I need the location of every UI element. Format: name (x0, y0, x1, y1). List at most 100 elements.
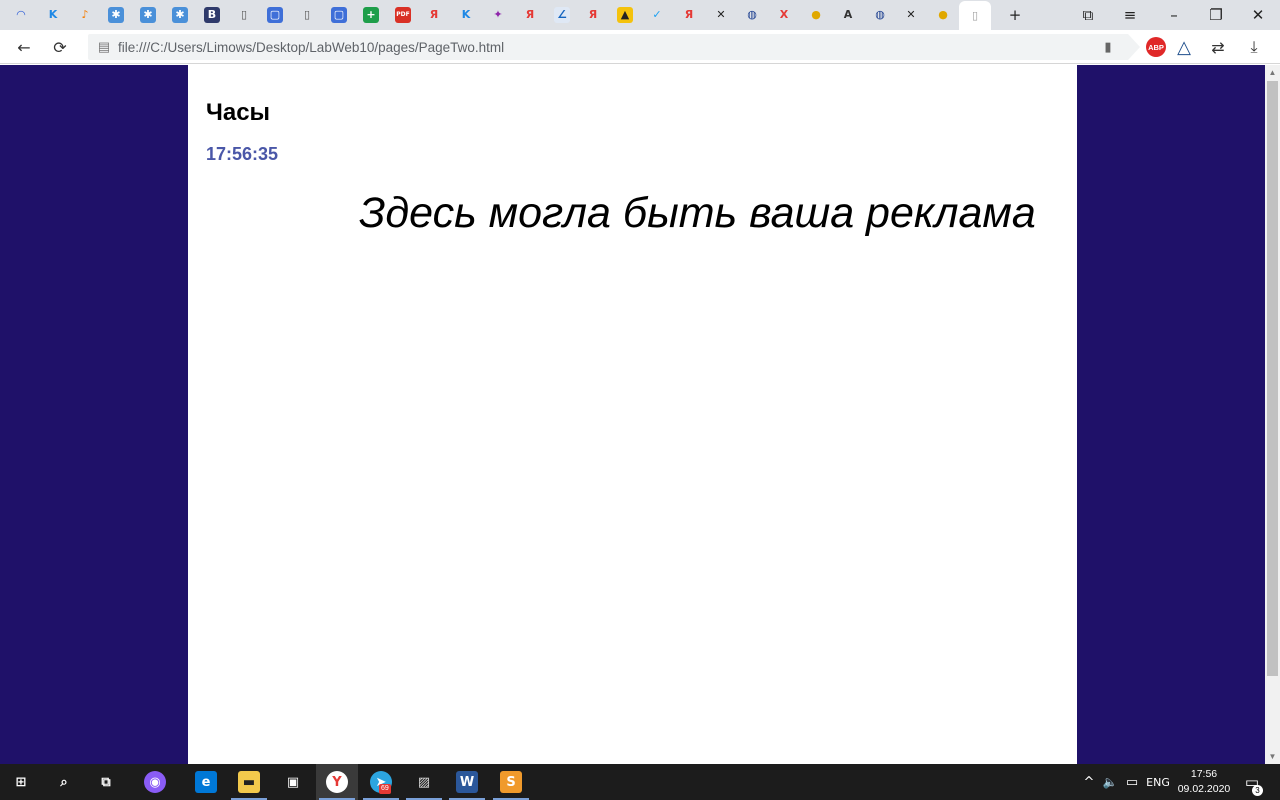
browser-tab[interactable]: ● (931, 3, 955, 27)
bookmark-icon[interactable]: ▮ (1100, 39, 1116, 55)
browser-tab[interactable]: ✦ (486, 3, 510, 27)
notifications-button[interactable]: ▭ (1238, 764, 1266, 800)
minimize-button[interactable]: – (1152, 0, 1196, 30)
address-url[interactable]: file:///C:/Users/Limows/Desktop/LabWeb10… (118, 40, 504, 55)
file-icon: ▤ (97, 39, 111, 54)
chat-icon: ▢ (331, 7, 347, 23)
tray-overflow-button[interactable]: ^ (1080, 764, 1098, 800)
back-button[interactable]: ← (12, 35, 36, 59)
font-icon: A (843, 8, 853, 21)
browser-tab[interactable]: Я (422, 3, 446, 27)
badge-icon: ● (938, 8, 948, 21)
document-icon: ▯ (240, 8, 248, 21)
browser-tab[interactable]: ✱ (104, 3, 128, 27)
scrollbar-thumb[interactable] (1267, 81, 1278, 676)
edge-icon: e (195, 771, 217, 793)
arrow-left-icon: ← (17, 37, 31, 57)
taskbar-app-explorer[interactable]: ▬ (228, 764, 270, 800)
browser-tab[interactable]: + (359, 3, 383, 27)
taskbar-app-edge[interactable]: e (185, 764, 227, 800)
language-indicator[interactable]: ENG (1144, 764, 1172, 800)
new-tab-button[interactable]: + (992, 0, 1038, 30)
browser-tab[interactable]: ✱ (168, 3, 192, 27)
page-heading: Часы (206, 99, 271, 126)
collections-button[interactable]: ⧉ (1066, 0, 1110, 30)
browser-tab[interactable]: ✕ (899, 3, 923, 27)
ad-text: Здесь могла быть ваша реклама (359, 189, 1036, 237)
speaker-icon: 🔈 (1102, 775, 1118, 789)
browser-tab[interactable]: A (836, 3, 860, 27)
browser-tab[interactable]: ◍ (740, 3, 764, 27)
taskbar-app-alice[interactable]: ◉ (134, 764, 176, 800)
browser-tab[interactable]: ▢ (263, 3, 287, 27)
close-icon: ✕ (1251, 6, 1265, 24)
browser-tab[interactable]: Я (518, 3, 542, 27)
page-icon: ▯ (971, 8, 979, 22)
tools-icon: ✕ (716, 8, 726, 21)
taskbar-app-search[interactable]: ⌕ (43, 764, 85, 800)
browser-tab[interactable]: ▯ (959, 1, 991, 30)
browser-tab[interactable]: ◠ (9, 3, 33, 27)
taskbar-app-word[interactable]: W (446, 764, 488, 800)
address-bar[interactable]: ▤ file:///C:/Users/Limows/Desktop/LabWeb… (88, 34, 1140, 60)
taskbar-app-telegram[interactable]: ➤ (360, 764, 402, 800)
downloads-button[interactable]: ⤓ (1242, 35, 1266, 59)
store-icon: ▣ (286, 774, 300, 790)
browser-tab[interactable]: ▯ (232, 3, 256, 27)
taskbar-app-yandex-browser[interactable]: Y (316, 764, 358, 800)
restore-button[interactable]: ❐ (1194, 0, 1238, 30)
browser-tab[interactable]: ▯ (295, 3, 319, 27)
alice-triangle-icon: △ (1177, 36, 1191, 58)
yandex-icon: Я (588, 8, 598, 21)
browser-tab[interactable]: ▲ (613, 3, 637, 27)
tools-icon: ✕ (906, 8, 916, 21)
yandex-browser-icon: Y (326, 771, 348, 793)
browser-tab[interactable]: ✕ (709, 3, 733, 27)
taskbar-app-store[interactable]: ▣ (272, 764, 314, 800)
menu-icon: ≡ (1123, 6, 1137, 24)
browser-tab[interactable]: ∠ (550, 3, 574, 27)
browser-tab[interactable]: Я (581, 3, 605, 27)
tab-strip: + ◠ K ♪ ✱ ✱ ✱ B ▯ ▢ ▯ ▢ + PDF Я K ✦ Я ∠ Я ▲ ✓ Я ✕ ◍ X ● A ◍ ✕ ● ▯ ⧉ ≡ – ❐ ✕ (0, 0, 1280, 30)
taskbar-app-photos[interactable]: ▨ (403, 764, 445, 800)
alice-extension-button[interactable]: △ (1172, 35, 1196, 59)
badge-icon: ● (811, 8, 821, 21)
document-icon: ▯ (303, 8, 311, 21)
adblock-plus-icon[interactable]: ABP (1146, 37, 1166, 57)
yandex-icon: Я (525, 8, 535, 21)
collections-icon: ⧉ (1082, 6, 1094, 24)
browser-tab[interactable]: ● (804, 3, 828, 27)
close-button[interactable]: ✕ (1236, 0, 1280, 30)
browser-tab[interactable]: ▢ (327, 3, 351, 27)
browser-tab[interactable]: K (41, 3, 65, 27)
network-button[interactable]: ▭ (1122, 764, 1142, 800)
image-icon: ▲ (617, 7, 633, 23)
browser-tab[interactable]: K (454, 3, 478, 27)
twitter-icon: ✓ (652, 8, 662, 21)
browser-tab[interactable]: ♪ (73, 3, 97, 27)
menu-button[interactable]: ≡ (1108, 0, 1152, 30)
runner-icon: X (779, 8, 789, 21)
browser-tab[interactable]: ✓ (645, 3, 669, 27)
page-scrollbar[interactable]: ▲ ▼ (1265, 65, 1280, 764)
scroll-up-icon[interactable]: ▲ (1265, 65, 1280, 80)
taskbar-app-task-view[interactable]: ⧉ (85, 764, 127, 800)
taskbar-app-sublime[interactable]: S (490, 764, 532, 800)
scroll-down-icon[interactable]: ▼ (1265, 749, 1280, 764)
chat-icon: ▢ (267, 7, 283, 23)
plus-green-icon: + (363, 7, 379, 23)
browser-tab[interactable]: ◍ (868, 3, 892, 27)
browser-tab[interactable]: ✱ (136, 3, 160, 27)
volume-button[interactable]: 🔈 (1100, 764, 1120, 800)
math-icon: ∠ (554, 7, 570, 23)
yandex-icon: Я (684, 8, 694, 21)
taskbar-app-start[interactable]: ⊞ (0, 764, 42, 800)
browser-tab[interactable]: Я (677, 3, 701, 27)
browser-tab[interactable]: X (772, 3, 796, 27)
reload-button[interactable]: ⟳ (48, 35, 72, 59)
pdf-icon: PDF (395, 7, 411, 23)
translate-button[interactable]: ⇄ (1206, 35, 1230, 59)
system-clock[interactable]: 17:56 09.02.2020 (1176, 767, 1232, 797)
browser-tab[interactable]: B (200, 3, 224, 27)
browser-tab[interactable]: PDF (391, 3, 415, 27)
